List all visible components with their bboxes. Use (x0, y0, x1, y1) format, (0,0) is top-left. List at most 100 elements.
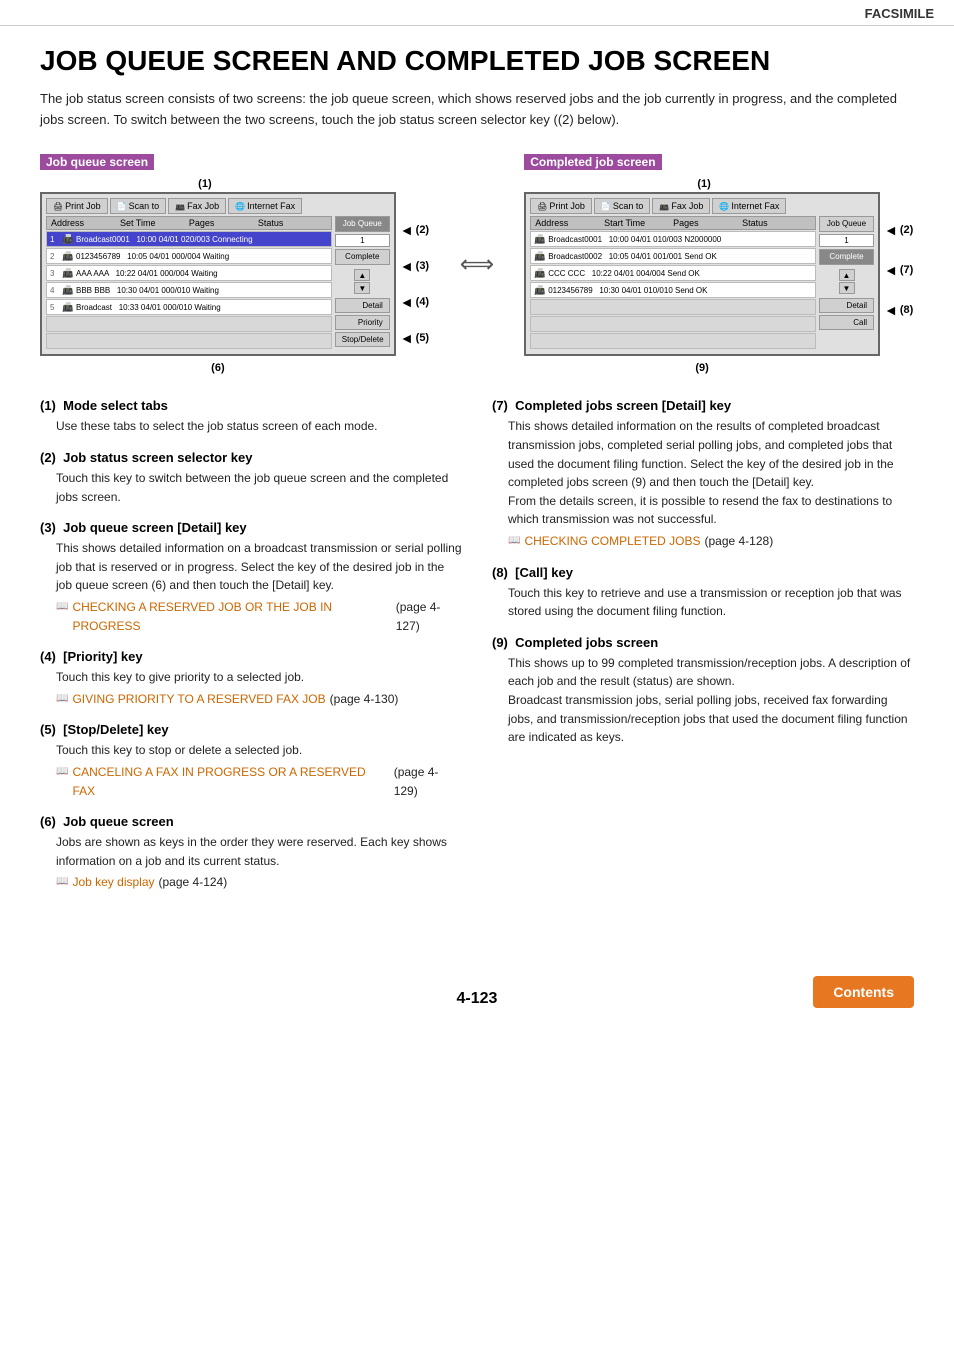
left-screen-section: Job queue screen (1) 🖨 Print Job (40, 154, 430, 374)
left-screen-inner: Address Set Time Pages Status 1 📠 Broadc (46, 216, 390, 350)
left-up-arrow[interactable]: ▲ (354, 269, 370, 281)
left-table-header: Address Set Time Pages Status (46, 216, 332, 230)
right-up-arrow[interactable]: ▲ (839, 269, 855, 281)
link-ref-5[interactable]: 📖 CANCELING A FAX IN PROGRESS OR A RESER… (56, 763, 462, 800)
left-stop-delete-btn[interactable]: Stop/Delete (335, 332, 390, 347)
tab-internet-fax-right[interactable]: 🌐 Internet Fax (712, 198, 786, 214)
tab-fax-left[interactable]: 📠 Fax Job (168, 198, 226, 214)
desc-body-4: Touch this key to give priority to a sel… (40, 668, 462, 708)
right-screen-section: Completed job screen (1) 🖨 Print Job (524, 154, 914, 374)
left-screen-label: Job queue screen (40, 154, 430, 169)
right-screen-mock: 🖨 Print Job 📄 Scan to 📠 Fax Job (524, 192, 880, 374)
right-annot-7: ◄ (7) (884, 262, 914, 278)
desc-title-5: (5) [Stop/Delete] key (40, 722, 462, 737)
right-row-4[interactable]: 📠 0123456789 10:30 04/01 010/010 Send OK (530, 282, 816, 298)
screens-container: Job queue screen (1) 🖨 Print Job (40, 154, 914, 374)
intro-text: The job status screen consists of two sc… (40, 89, 914, 131)
desc-col-left: (1) Mode select tabs Use these tabs to s… (40, 398, 462, 906)
right-row-2[interactable]: 📠 Broadcast0002 10:05 04/01 001/001 Send… (530, 248, 816, 264)
right-down-arrow[interactable]: ▼ (839, 282, 855, 294)
desc-item-6: (6) Job queue screen Jobs are shown as k… (40, 814, 462, 892)
desc-title-6: (6) Job queue screen (40, 814, 462, 829)
right-call-btn[interactable]: Call (819, 315, 874, 330)
desc-title-1: (1) Mode select tabs (40, 398, 462, 413)
desc-item-7: (7) Completed jobs screen [Detail] key T… (492, 398, 914, 550)
desc-body-9: This shows up to 99 completed transmissi… (492, 654, 914, 747)
right-screen-label-text: Completed job screen (524, 154, 661, 170)
right-job-queue-btn[interactable]: Job Queue (819, 216, 874, 232)
left-row-2[interactable]: 2 📠 0123456789 10:05 04/01 000/004 Waiti… (46, 248, 332, 264)
right-screen-label: Completed job screen (524, 154, 914, 169)
right-tabs: 🖨 Print Job 📄 Scan to 📠 Fax Job (530, 198, 874, 214)
desc-body-3: This shows detailed information on a bro… (40, 539, 462, 635)
right-row-1[interactable]: 📠 Broadcast0001 10:00 04/01 010/003 N200… (530, 231, 816, 247)
desc-body-6: Jobs are shown as keys in the order they… (40, 833, 462, 892)
right-table-header: Address Start Time Pages Status (530, 216, 816, 230)
desc-item-3: (3) Job queue screen [Detail] key This s… (40, 520, 462, 635)
desc-item-2: (2) Job status screen selector key Touch… (40, 450, 462, 506)
right-annot-2: ◄ (2) (884, 222, 914, 238)
link-text-6[interactable]: Job key display (72, 873, 154, 892)
book-icon-4: 📖 (56, 691, 68, 707)
left-row-1[interactable]: 1 📠 Broadcast0001 10:00 04/01 020/003 Co… (46, 231, 332, 247)
link-ref-7[interactable]: 📖 CHECKING COMPLETED JOBS (page 4-128) (508, 532, 914, 551)
link-text-5[interactable]: CANCELING A FAX IN PROGRESS OR A RESERVE… (72, 763, 389, 800)
desc-body-5: Touch this key to stop or delete a selec… (40, 741, 462, 800)
book-icon-7: 📖 (508, 533, 520, 549)
desc-body-2: Touch this key to switch between the job… (40, 469, 462, 506)
tab-fax-right[interactable]: 📠 Fax Job (652, 198, 710, 214)
link-text-3[interactable]: CHECKING A RESERVED JOB OR THE JOB IN PR… (72, 598, 391, 635)
desc-title-4: (4) [Priority] key (40, 649, 462, 664)
left-row-5[interactable]: 5 📠 Broadcast 10:33 04/01 000/010 Waitin… (46, 299, 332, 315)
page-footer: 4-123 Contents (0, 966, 954, 1018)
book-icon-3: 📖 (56, 599, 68, 615)
left-row-empty2 (46, 333, 332, 349)
desc-title-9: (9) Completed jobs screen (492, 635, 914, 650)
left-complete-btn[interactable]: Complete (335, 249, 390, 265)
right-row-empty1 (530, 299, 816, 315)
left-detail-btn[interactable]: Detail (335, 298, 390, 313)
right-annot-8: ◄ (8) (884, 302, 914, 318)
tab-internet-fax-left[interactable]: 🌐 Internet Fax (228, 198, 302, 214)
link-text-7[interactable]: CHECKING COMPLETED JOBS (524, 532, 700, 551)
link-text-4[interactable]: GIVING PRIORITY TO A RESERVED FAX JOB (72, 690, 325, 709)
desc-item-8: (8) [Call] key Touch this key to retriev… (492, 565, 914, 621)
header-title: FACSIMILE (865, 6, 934, 21)
left-annot-2: ◄ (2) (400, 222, 430, 238)
right-detail-btn[interactable]: Detail (819, 298, 874, 313)
left-screen-mock: 🖨 Print Job 📄 Scan to 📠 Fax Job (40, 192, 396, 374)
right-annot-9: (9) (695, 362, 708, 374)
left-screen-label-text: Job queue screen (40, 154, 154, 170)
desc-body-1: Use these tabs to select the job status … (40, 417, 462, 436)
desc-item-5: (5) [Stop/Delete] key Touch this key to … (40, 722, 462, 800)
desc-col-right: (7) Completed jobs screen [Detail] key T… (492, 398, 914, 906)
desc-body-7: This shows detailed information on the r… (492, 417, 914, 550)
tab-print-job-left[interactable]: 🖨 Print Job (46, 198, 108, 214)
left-down-arrow[interactable]: ▼ (354, 282, 370, 294)
left-annot-3: ◄ (3) (400, 258, 430, 274)
page-number: 4-123 (331, 990, 622, 1008)
right-annot-1: (1) (697, 178, 710, 190)
right-row-3[interactable]: 📠 CCC CCC 10:22 04/01 004/004 Send OK (530, 265, 816, 281)
tab-scan-left[interactable]: 📄 Scan to (110, 198, 167, 214)
desc-item-1: (1) Mode select tabs Use these tabs to s… (40, 398, 462, 436)
link-ref-6[interactable]: 📖 Job key display (page 4-124) (56, 873, 462, 892)
left-right-panel: Job Queue 1 Complete ▲ ▼ Detail Priority (335, 216, 390, 350)
left-job-queue-btn[interactable]: Job Queue (335, 216, 390, 232)
tab-print-job-right[interactable]: 🖨 Print Job (530, 198, 592, 214)
right-annotations: ◄ (2) ◄ (7) ◄ (8) (884, 192, 914, 318)
right-mock-area: 🖨 Print Job 📄 Scan to 📠 Fax Job (524, 192, 880, 356)
left-priority-btn[interactable]: Priority (335, 315, 390, 330)
contents-button[interactable]: Contents (813, 976, 914, 1008)
tab-scan-right[interactable]: 📄 Scan to (594, 198, 651, 214)
desc-item-4: (4) [Priority] key Touch this key to giv… (40, 649, 462, 708)
left-row-3[interactable]: 3 📠 AAA AAA 10:22 04/01 000/004 Waiting (46, 265, 332, 281)
right-main-area: Address Start Time Pages Status 📠 Broadc… (530, 216, 816, 350)
left-nav-arrows: ▲ ▼ (335, 269, 390, 294)
link-ref-4[interactable]: 📖 GIVING PRIORITY TO A RESERVED FAX JOB … (56, 690, 462, 709)
desc-title-3: (3) Job queue screen [Detail] key (40, 520, 462, 535)
right-complete-btn[interactable]: Complete (819, 249, 874, 265)
right-counter: 1 (819, 234, 874, 247)
left-row-4[interactable]: 4 📠 BBB BBB 10:30 04/01 000/010 Waiting (46, 282, 332, 298)
link-ref-3[interactable]: 📖 CHECKING A RESERVED JOB OR THE JOB IN … (56, 598, 462, 635)
